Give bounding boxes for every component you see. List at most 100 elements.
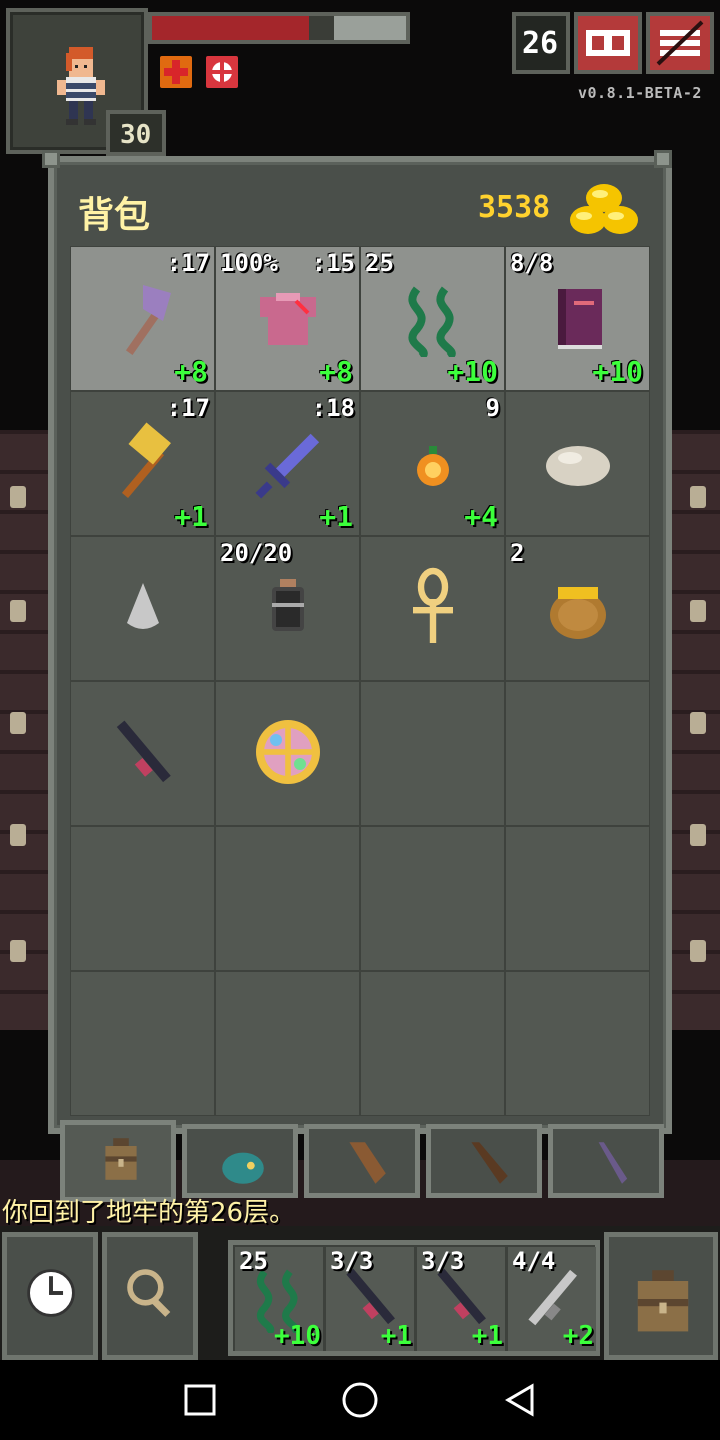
- wall-stone: [10, 600, 26, 622]
- inventory-slot[interactable]: 9 +4: [360, 391, 505, 536]
- inventory-slot-empty[interactable]: [505, 681, 650, 826]
- ankh-icon: [413, 567, 453, 643]
- inventory-slot-empty[interactable]: [70, 826, 215, 971]
- journal-icon: [586, 30, 630, 56]
- axe-icon: [125, 285, 171, 355]
- quickslot[interactable]: 4/4 +2: [508, 1247, 596, 1351]
- slot-upgrade-label: +10: [447, 355, 498, 388]
- journal-button[interactable]: [574, 12, 642, 74]
- inventory-slot[interactable]: 25 +10: [360, 246, 505, 391]
- spellbook-icon: [558, 289, 602, 349]
- quickslot-charges: 3/3: [421, 1247, 465, 1275]
- staff-tab-icon: [598, 1142, 628, 1184]
- clock-icon: [27, 1269, 75, 1317]
- quickslot[interactable]: 3/3 +1: [326, 1247, 414, 1351]
- backpack-title: 背包: [78, 195, 151, 236]
- search-button[interactable]: [102, 1232, 198, 1360]
- sword-icon: [255, 433, 320, 499]
- wall-stone: [690, 824, 706, 846]
- inventory-slot[interactable]: [70, 536, 215, 681]
- tab-seed-pouch[interactable]: [182, 1124, 298, 1198]
- wand-icon: [116, 720, 171, 783]
- hammer-icon: [121, 422, 171, 499]
- inventory-slot[interactable]: 20/20: [215, 536, 360, 681]
- slot-top-right-label: :15: [311, 249, 355, 277]
- quickslot-upgrade: +2: [562, 1321, 594, 1351]
- health-bar-shield: [334, 16, 406, 40]
- wait-button[interactable]: [2, 1232, 98, 1360]
- hero-level-value: 30: [120, 120, 152, 150]
- alchemy-disc-icon: [256, 720, 320, 784]
- wand-holster-tab-icon: [471, 1142, 508, 1184]
- inventory-slot[interactable]: :18 +1: [215, 391, 360, 536]
- menu-button[interactable]: [646, 12, 714, 74]
- home-icon[interactable]: [340, 1380, 380, 1420]
- slot-top-left-label: 25: [365, 249, 394, 277]
- inventory-slot[interactable]: 2: [505, 536, 650, 681]
- window-corner: [654, 150, 672, 168]
- healing-buff-icon[interactable]: [160, 56, 192, 88]
- slot-upgrade-label: +8: [174, 355, 208, 388]
- inventory-grid: :17 +8 100% :15 +8 25 +10 8/8 +10 :17 +1 :18 +1 9 +4 20…: [70, 246, 650, 1116]
- inventory-slot-empty[interactable]: [215, 971, 360, 1116]
- quickslot-charges: 4/4: [512, 1247, 556, 1275]
- slot-upgrade-label: +4: [464, 500, 498, 533]
- wall-stone: [690, 940, 706, 962]
- slot-top-left-label: 100%: [220, 249, 278, 277]
- inventory-slot-empty[interactable]: [360, 826, 505, 971]
- slot-upgrade-label: +1: [319, 500, 353, 533]
- slot-upgrade-label: +10: [592, 355, 643, 388]
- search-icon: [127, 1269, 171, 1317]
- slot-upgrade-label: +1: [174, 500, 208, 533]
- quickslot-upgrade: +1: [471, 1321, 503, 1351]
- inventory-slot-empty[interactable]: [215, 826, 360, 971]
- quickslot-charges: 3/3: [330, 1247, 374, 1275]
- tab-staff[interactable]: [548, 1124, 664, 1198]
- tab-scroll-holder[interactable]: [304, 1124, 420, 1198]
- system-navigation-bar: [0, 1360, 720, 1440]
- inventory-slot[interactable]: 100% :15 +8: [215, 246, 360, 391]
- quickslot-charges: 25: [239, 1247, 268, 1275]
- quickslot[interactable]: 3/3 +1: [417, 1247, 505, 1351]
- wall-stone: [690, 712, 706, 734]
- bottom-toolbar: 25 +10 3/3 +1 3/3 +1 4/4 +2: [0, 1226, 720, 1360]
- inventory-slot-empty[interactable]: [360, 681, 505, 826]
- inventory-slot[interactable]: [360, 536, 505, 681]
- inventory-slot[interactable]: 8/8 +10: [505, 246, 650, 391]
- quickslot-upgrade: +10: [274, 1321, 321, 1351]
- dust-icon: [127, 583, 159, 629]
- inventory-slot[interactable]: [70, 681, 215, 826]
- inventory-slot[interactable]: [505, 391, 650, 536]
- back-icon[interactable]: [500, 1380, 540, 1420]
- wall-stone: [10, 486, 26, 508]
- wall-stone: [690, 486, 706, 508]
- inventory-slot-empty[interactable]: [505, 971, 650, 1116]
- backpack-button[interactable]: [604, 1232, 718, 1360]
- inventory-slot-empty[interactable]: [360, 971, 505, 1116]
- tab-wand-holster[interactable]: [426, 1124, 542, 1198]
- amulet-icon: [417, 446, 449, 486]
- inventory-slot[interactable]: :17 +8: [70, 246, 215, 391]
- recent-apps-icon[interactable]: [180, 1380, 220, 1420]
- menu-icon: [656, 20, 704, 66]
- tab-backpack[interactable]: [60, 1120, 176, 1202]
- inventory-slot-empty[interactable]: [505, 826, 650, 971]
- wall-stone: [10, 712, 26, 734]
- slot-top-right-label: :18: [311, 394, 355, 422]
- bless-buff-icon[interactable]: [206, 56, 238, 88]
- quickslot-upgrade: +1: [380, 1321, 412, 1351]
- quickslot-bar: 25 +10 3/3 +1 3/3 +1 4/4 +2: [228, 1240, 600, 1356]
- slot-top-right-label: 9: [485, 394, 500, 422]
- slot-top-right-label: :17: [166, 249, 210, 277]
- version-label: v0.8.1-BETA-2: [578, 84, 702, 102]
- stone-icon: [546, 446, 610, 486]
- backpack-tab-icon: [105, 1138, 137, 1180]
- dungeon-depth-indicator[interactable]: 26: [512, 12, 570, 74]
- inventory-slot[interactable]: :17 +1: [70, 391, 215, 536]
- inventory-slot[interactable]: [215, 681, 360, 826]
- quickslot[interactable]: 25 +10: [235, 1247, 323, 1351]
- wall-stone: [10, 824, 26, 846]
- slot-upgrade-label: +8: [319, 355, 353, 388]
- slot-top-left-label: 8/8: [510, 249, 554, 277]
- inventory-slot-empty[interactable]: [70, 971, 215, 1116]
